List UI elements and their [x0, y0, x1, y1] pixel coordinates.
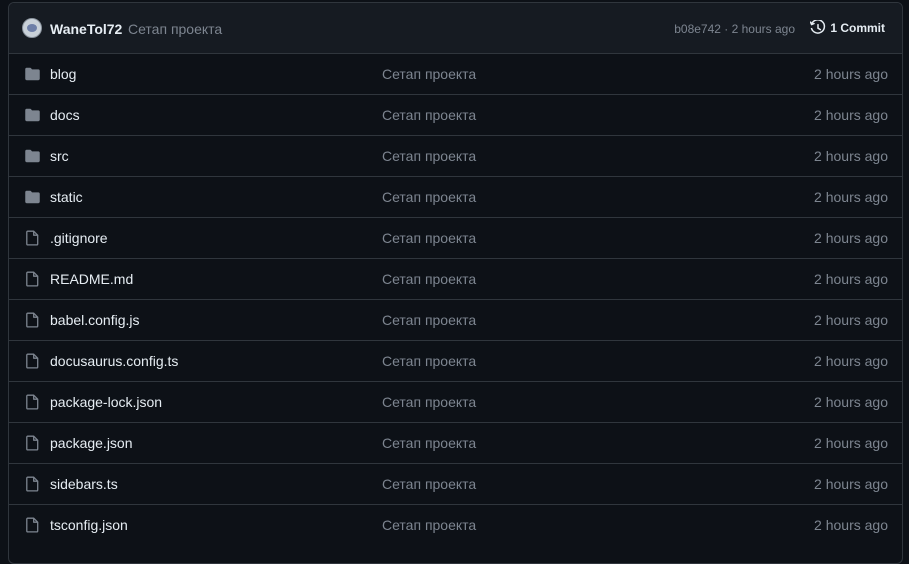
- file-commit-message[interactable]: Сетап проекта: [382, 107, 476, 123]
- folder-icon: [24, 107, 41, 123]
- file-row[interactable]: package-lock.json Сетап проекта 2 hours ag…: [9, 381, 902, 422]
- file-commit-message[interactable]: Сетап проекта: [382, 66, 476, 82]
- file-commit-age: 2 hours ago: [814, 189, 888, 205]
- folder-icon: [24, 148, 41, 164]
- file-name-link[interactable]: README.md: [50, 271, 133, 287]
- file-commit-message[interactable]: Сетап проекта: [382, 148, 476, 164]
- file-icon: [24, 271, 41, 287]
- file-name-link[interactable]: babel.config.js: [50, 312, 140, 328]
- file-list: blog Сетап проекта 2 hours ago docs Сетап пр…: [9, 54, 902, 545]
- folder-icon: [24, 66, 41, 82]
- file-row[interactable]: README.md Сетап проекта 2 hours ago: [9, 258, 902, 299]
- commit-meta: b08e742 · 2 hours ago: [674, 22, 795, 36]
- file-icon: [24, 435, 41, 451]
- file-commit-age: 2 hours ago: [814, 107, 888, 123]
- file-commit-age: 2 hours ago: [814, 353, 888, 369]
- file-commit-message[interactable]: Сетап проекта: [382, 189, 476, 205]
- file-commit-message[interactable]: Сетап проекта: [382, 476, 476, 492]
- file-commit-message[interactable]: Сетап проекта: [382, 230, 476, 246]
- file-commit-age: 2 hours ago: [814, 148, 888, 164]
- file-browser: WaneTol72 Сетап проекта b08e742 · 2 hour…: [8, 2, 903, 564]
- commit-time: 2 hours ago: [731, 22, 795, 36]
- file-name-link[interactable]: package.json: [50, 435, 133, 451]
- file-name-link[interactable]: .gitignore: [50, 230, 108, 246]
- history-icon: [810, 20, 826, 36]
- file-name-link[interactable]: docusaurus.config.ts: [50, 353, 178, 369]
- commit-separator: ·: [720, 22, 732, 36]
- latest-commit-bar: WaneTol72 Сетап проекта b08e742 · 2 hour…: [9, 3, 902, 54]
- file-icon: [24, 476, 41, 492]
- file-row[interactable]: docusaurus.config.ts Сетап проекта 2 hours…: [9, 340, 902, 381]
- file-icon: [24, 353, 41, 369]
- file-icon: [24, 230, 41, 246]
- file-name-link[interactable]: src: [50, 148, 69, 164]
- commit-author[interactable]: WaneTol72: [50, 21, 122, 37]
- file-commit-message[interactable]: Сетап проекта: [382, 271, 476, 287]
- file-icon: [24, 394, 41, 410]
- file-commit-age: 2 hours ago: [814, 517, 888, 533]
- file-commit-age: 2 hours ago: [814, 271, 888, 287]
- file-row[interactable]: static Сетап проекта 2 hours ago: [9, 176, 902, 217]
- file-name-link[interactable]: package-lock.json: [50, 394, 162, 410]
- file-row[interactable]: docs Сетап проекта 2 hours ago: [9, 94, 902, 135]
- folder-icon: [24, 189, 41, 205]
- file-row[interactable]: .gitignore Сетап проекта 2 hours ago: [9, 217, 902, 258]
- file-name-link[interactable]: sidebars.ts: [50, 476, 118, 492]
- file-commit-age: 2 hours ago: [814, 66, 888, 82]
- commit-history-button[interactable]: 1 Commit: [810, 20, 885, 36]
- file-commit-message[interactable]: Сетап проекта: [382, 353, 476, 369]
- file-commit-message[interactable]: Сетап проекта: [382, 312, 476, 328]
- file-commit-age: 2 hours ago: [814, 312, 888, 328]
- file-commit-age: 2 hours ago: [814, 435, 888, 451]
- file-commit-message[interactable]: Сетап проекта: [382, 517, 476, 533]
- file-row[interactable]: src Сетап проекта 2 hours ago: [9, 135, 902, 176]
- file-row[interactable]: blog Сетап проекта 2 hours ago: [9, 54, 902, 94]
- latest-commit-message[interactable]: Сетап проекта: [128, 21, 222, 37]
- file-icon: [24, 517, 41, 533]
- file-name-link[interactable]: docs: [50, 107, 80, 123]
- file-icon: [24, 312, 41, 328]
- file-commit-message[interactable]: Сетап проекта: [382, 394, 476, 410]
- file-row[interactable]: babel.config.js Сетап проекта 2 hours ago: [9, 299, 902, 340]
- avatar[interactable]: [22, 18, 42, 38]
- file-name-link[interactable]: tsconfig.json: [50, 517, 128, 533]
- file-commit-age: 2 hours ago: [814, 230, 888, 246]
- file-name-link[interactable]: static: [50, 189, 83, 205]
- file-commit-message[interactable]: Сетап проекта: [382, 435, 476, 451]
- file-commit-age: 2 hours ago: [814, 476, 888, 492]
- file-name-link[interactable]: blog: [50, 66, 76, 82]
- file-row[interactable]: package.json Сетап проекта 2 hours ago: [9, 422, 902, 463]
- file-row[interactable]: sidebars.ts Сетап проекта 2 hours ago: [9, 463, 902, 504]
- commit-count-label: 1 Commit: [830, 21, 885, 35]
- file-commit-age: 2 hours ago: [814, 394, 888, 410]
- file-row[interactable]: tsconfig.json Сетап проекта 2 hours ago: [9, 504, 902, 545]
- commit-hash[interactable]: b08e742: [674, 22, 721, 36]
